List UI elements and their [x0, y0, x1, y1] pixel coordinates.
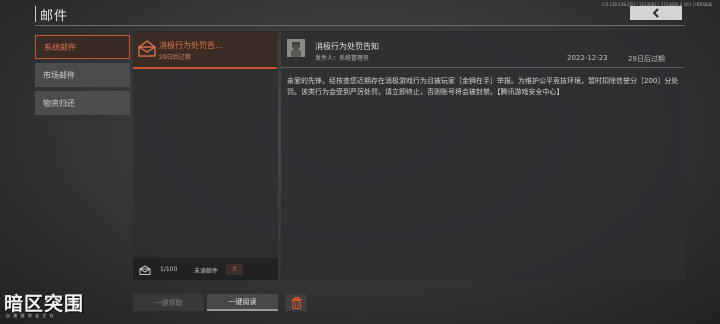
claim-all-button[interactable]: 一键领取: [133, 294, 204, 311]
chevron-left-icon: [652, 8, 659, 18]
unread-count-badge: 0: [226, 264, 243, 275]
detail-title: 消极行为处罚告知: [315, 42, 379, 51]
detail-date: 2022-12-23: [567, 54, 608, 62]
nav-item-supply-return[interactable]: 物资归还: [35, 91, 130, 115]
nav-item-market-mail[interactable]: 市场邮件: [35, 63, 130, 87]
page-title: 邮件: [40, 8, 69, 24]
nav-item-label: 系统邮件: [44, 42, 76, 52]
nav-item-label: 物资归还: [43, 98, 75, 108]
mail-expire: 29日后过期: [159, 54, 191, 61]
title-divider: [35, 6, 36, 22]
logo-tagline: 自 建 规 则 去 生 存: [6, 313, 55, 318]
back-button[interactable]: [630, 6, 682, 20]
trash-icon: [291, 296, 301, 309]
game-logo: 暗区突围 自 建 规 则 去 生 存: [4, 289, 100, 323]
open-envelope-icon: [138, 40, 156, 57]
detail-body: 亲爱的先锋，经核查您近期存在消极游戏行为且被玩家［金狮在手］举报。为维护公平竞技…: [287, 77, 679, 96]
page-header: 邮件: [35, 4, 68, 24]
delete-button[interactable]: [286, 294, 306, 311]
detail-divider: [281, 67, 685, 68]
read-all-button[interactable]: 一键阅读: [207, 294, 278, 311]
header-divider: [35, 25, 685, 26]
detail-expire: 29日后过期: [628, 55, 665, 63]
logo-text: 暗区突围: [4, 293, 85, 315]
detail-sender: 发件人：系统管理员: [315, 55, 370, 62]
sender-avatar: [287, 39, 305, 57]
mail-detail-panel: [281, 31, 685, 280]
nav-item-label: 市场邮件: [43, 70, 75, 80]
envelope-icon: [139, 265, 151, 275]
nav-item-system-mail[interactable]: 系统邮件: [35, 35, 130, 59]
mail-subject: 消极行为处罚告...: [159, 41, 223, 50]
soldier-avatar-icon: [287, 39, 305, 57]
unread-label: 未读邮件: [194, 268, 219, 275]
mail-count: 1/100: [160, 266, 178, 273]
